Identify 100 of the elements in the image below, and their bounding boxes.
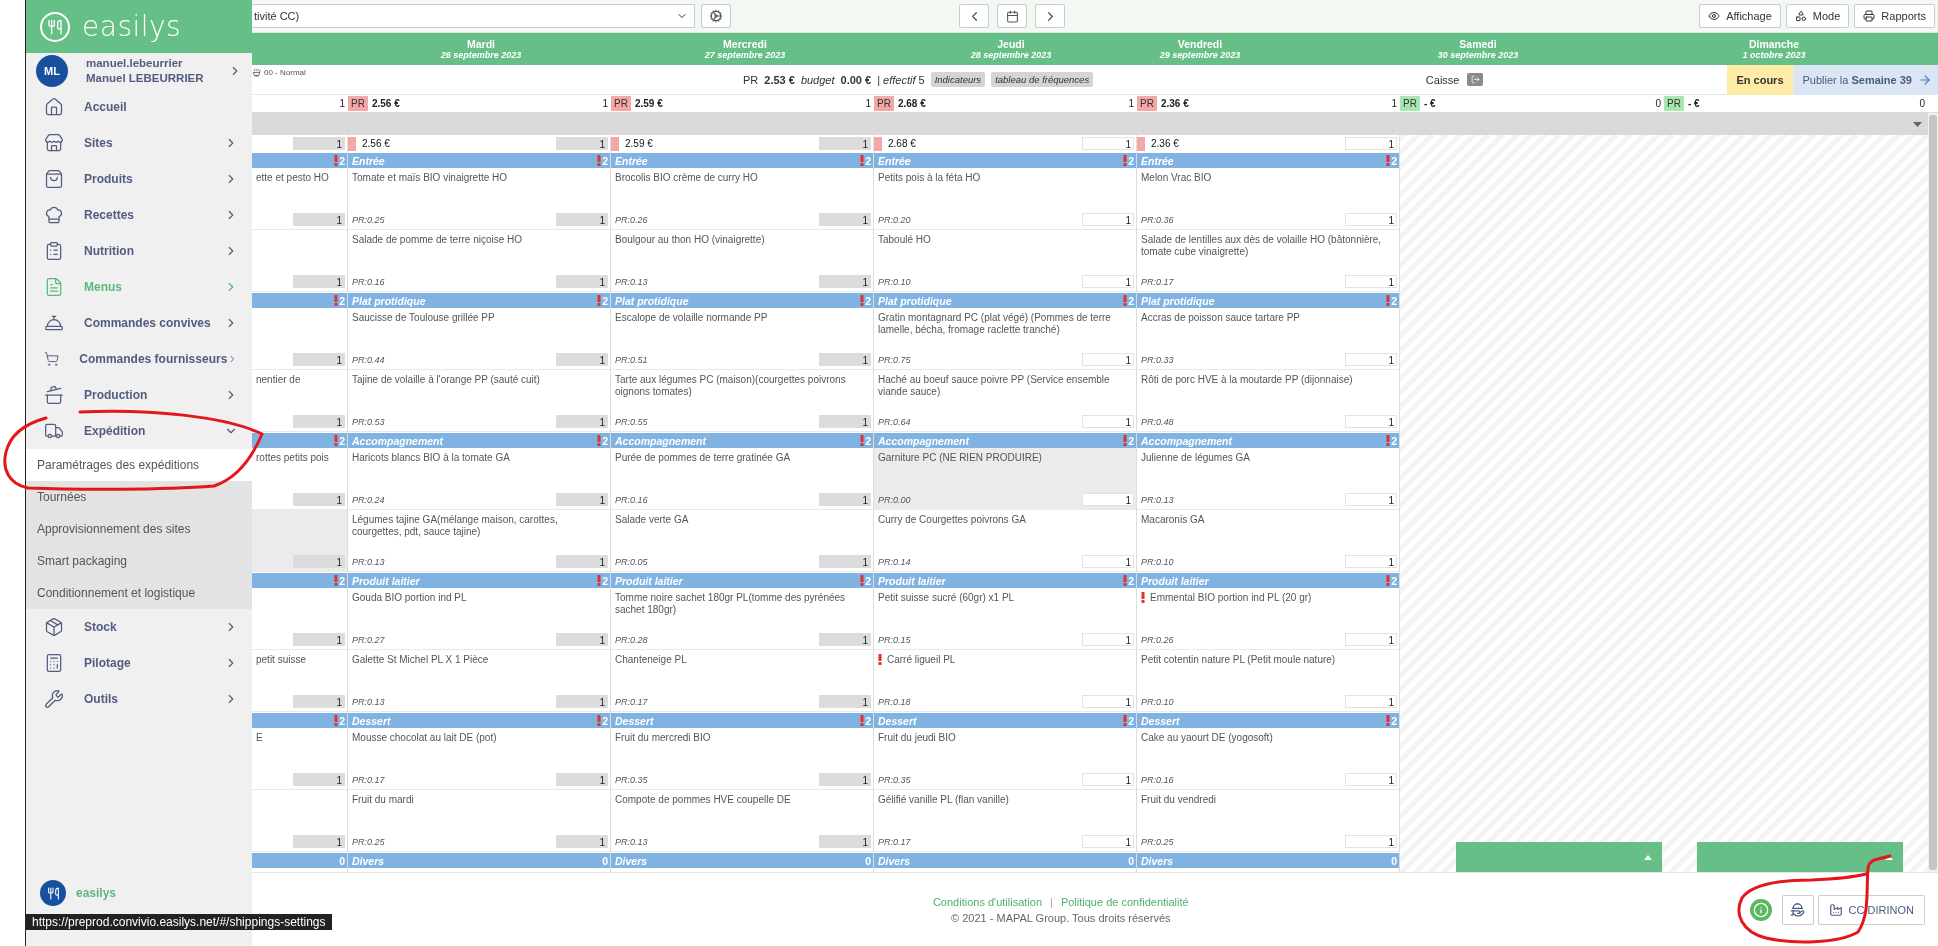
count-field[interactable]: 1 (556, 633, 608, 646)
calendar-button[interactable] (997, 4, 1027, 28)
count-field[interactable]: 1 (556, 493, 608, 506)
submenu-item[interactable]: Tournées (26, 481, 252, 513)
count-field[interactable]: 1 (556, 353, 608, 366)
sidebar-item[interactable]: Recettes (26, 197, 252, 233)
dish-name: Melon Vrac BIO (1141, 172, 1212, 184)
count-field[interactable]: 1 (293, 493, 345, 506)
tag-button[interactable]: tableau de fréquences (991, 72, 1094, 87)
previous-button[interactable] (959, 4, 989, 28)
submenu-item[interactable]: Paramétrages des expéditions (26, 449, 252, 481)
sidebar-item[interactable]: Produits (26, 161, 252, 197)
category-count: 2 (860, 574, 871, 587)
sidebar-item[interactable]: Outils (26, 681, 252, 717)
count-field[interactable]: 1 (819, 353, 871, 366)
count-field[interactable]: 1 (1082, 695, 1134, 708)
count-field[interactable]: 1 (293, 353, 345, 366)
count-field[interactable]: 1 (1345, 353, 1397, 366)
sidebar-item[interactable]: Accueil (26, 89, 252, 125)
publish-button[interactable]: Publier la Semaine 39 (1792, 64, 1938, 95)
count-field[interactable]: 1 (556, 695, 608, 708)
count-field[interactable]: 1 (293, 695, 345, 708)
count-field[interactable]: 1 (556, 275, 608, 288)
count-field[interactable]: 1 (556, 773, 608, 786)
count-field[interactable]: 1 (556, 835, 608, 848)
sidebar-item[interactable]: Commandes convives (26, 305, 252, 341)
count-field[interactable]: 1 (1345, 835, 1397, 848)
user-menu[interactable]: ML manuel.lebeurrier Manuel LEBEURRIER (26, 53, 252, 89)
count-field[interactable]: 1 (1345, 493, 1397, 506)
count-field[interactable]: 1 (556, 213, 608, 226)
site-button[interactable]: CC DIRINON (1817, 894, 1925, 925)
sidebar-item[interactable]: Expédition (26, 413, 252, 449)
count-field[interactable]: 1 (556, 137, 608, 150)
count-field[interactable]: 1 (819, 493, 871, 506)
settings-button[interactable] (701, 4, 731, 28)
count-field[interactable]: 1 (556, 555, 608, 568)
count-field[interactable]: 1 (1082, 275, 1134, 288)
dish-pr: PR:0.14 (878, 556, 911, 567)
sidebar-item[interactable]: Production (26, 377, 252, 413)
dish-name: Saucisse de Toulouse grillée PP (352, 312, 495, 324)
submenu-item[interactable]: Conditionnement et logistique (26, 577, 252, 609)
count-field[interactable]: 1 (1345, 415, 1397, 428)
caret-down-icon[interactable] (1913, 121, 1922, 127)
count-field[interactable]: 1 (819, 275, 871, 288)
sidebar-item[interactable]: Commandes fournisseurs (26, 341, 252, 377)
tag-button[interactable]: Indicateurs (930, 72, 986, 87)
count-field[interactable]: 1 (1082, 353, 1134, 366)
toolbar-button[interactable]: Rapports (1854, 4, 1935, 28)
sidebar-item[interactable]: Pilotage (26, 645, 252, 681)
count-field[interactable]: 1 (819, 213, 871, 226)
count-field[interactable]: 1 (556, 415, 608, 428)
scrollbar[interactable] (1928, 113, 1938, 872)
count-field[interactable]: 1 (293, 275, 345, 288)
count-field[interactable]: 1 (1345, 555, 1397, 568)
count-field[interactable]: 1 (1082, 213, 1134, 226)
count-field[interactable]: 1 (293, 415, 345, 428)
next-button[interactable] (1035, 4, 1065, 28)
site-select[interactable]: tivité CC) (252, 4, 695, 28)
count-field[interactable]: 1 (1082, 773, 1134, 786)
count-field[interactable]: 1 (819, 415, 871, 428)
count-field[interactable]: 1 (1082, 835, 1134, 848)
count-field[interactable]: 1 (1082, 137, 1134, 150)
sidebar-item[interactable]: Stock (26, 609, 252, 645)
category-label: Dessert (615, 714, 655, 727)
count-field[interactable]: 1 (819, 773, 871, 786)
sidebar-item[interactable]: Nutrition (26, 233, 252, 269)
count-field[interactable]: 1 (1345, 633, 1397, 646)
count-field[interactable]: 1 (293, 213, 345, 226)
count-field[interactable]: 1 (819, 695, 871, 708)
count-field[interactable]: 1 (1345, 275, 1397, 288)
sidebar-item[interactable]: Sites (26, 125, 252, 161)
category-label: Dessert (1141, 714, 1181, 727)
status-url: https://preprod.convivio.easilys.net/#/shippings-settings (26, 914, 332, 930)
count-field[interactable]: 1 (293, 633, 345, 646)
count-field[interactable]: 1 (1345, 213, 1397, 226)
count-field[interactable]: 1 (819, 633, 871, 646)
count-field[interactable]: 1 (1345, 137, 1397, 150)
count-field[interactable]: 1 (1345, 695, 1397, 708)
submenu-item[interactable]: Smart packaging (26, 545, 252, 577)
submenu-item[interactable]: Approvisionnement des sites (26, 513, 252, 545)
user-name: Manuel LEBEURRIER (86, 71, 205, 86)
service-button[interactable] (1781, 894, 1814, 925)
count-field[interactable]: 1 (819, 835, 871, 848)
total-count: 1 (1128, 98, 1135, 109)
exit-button[interactable] (1467, 73, 1484, 86)
count-field[interactable]: 1 (1082, 555, 1134, 568)
count-field[interactable]: 1 (819, 555, 871, 568)
alert-icon (597, 435, 602, 446)
count-field[interactable]: 1 (293, 137, 345, 150)
count-field[interactable]: 1 (1082, 415, 1134, 428)
count-field[interactable]: 1 (1345, 773, 1397, 786)
count-field[interactable]: 1 (293, 773, 345, 786)
count-field[interactable]: 1 (293, 835, 345, 848)
info-icon[interactable] (1749, 898, 1772, 921)
toolbar-button[interactable]: Affichage (1699, 4, 1781, 28)
count-field[interactable]: 1 (819, 137, 871, 150)
count-field[interactable]: 1 (1082, 633, 1134, 646)
category-label: Divers (615, 854, 649, 867)
dish-name: Escalope de volaille normande PP (615, 312, 768, 324)
toolbar-button[interactable]: Mode (1785, 4, 1850, 28)
